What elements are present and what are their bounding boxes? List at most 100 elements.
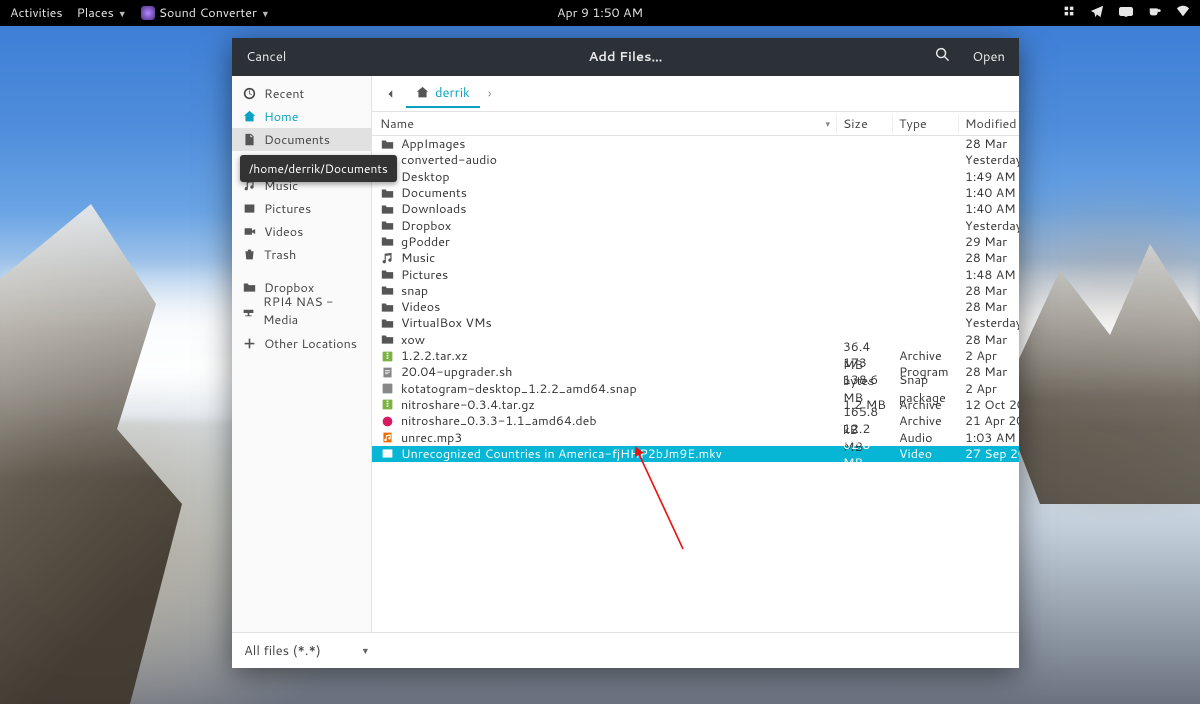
file-row[interactable]: Pictures 1:48 AM	[372, 266, 1019, 282]
document-icon	[242, 133, 256, 146]
clock[interactable]: Apr 9 1:50 AM	[557, 4, 643, 22]
open-button[interactable]: Open	[972, 48, 1005, 66]
file-modified: 28 Mar	[959, 298, 1019, 316]
sidebar-item-trash[interactable]: Trash	[232, 243, 371, 266]
file-row[interactable]: Videos28 Mar	[372, 299, 1019, 315]
file-name: Desktop	[401, 168, 450, 186]
file-row[interactable]: Downloads 1:40 AM	[372, 201, 1019, 217]
file-row[interactable]: nitroshare_0.3.3-1.1_amd64.deb165.8 kBAr…	[372, 413, 1019, 429]
sidebar-item-pictures[interactable]: Pictures	[232, 197, 371, 220]
file-name: Unrecognized Countries in America-fjHHP2…	[401, 445, 722, 463]
file-row[interactable]: Music 28 Mar	[372, 250, 1019, 266]
file-row[interactable]: nitroshare-0.3.4.tar.gz1.2 MBArchive12 O…	[372, 397, 1019, 413]
tray-icon-1[interactable]	[1062, 4, 1076, 23]
places-menu[interactable]: Places▼	[77, 4, 127, 22]
sound-converter-icon	[141, 6, 155, 20]
file-name: 20.04-upgrader.sh	[401, 363, 512, 381]
file-modified: 1:49 AM	[959, 168, 1019, 186]
file-modified: 2 Apr	[959, 380, 1019, 398]
nav-back-button[interactable]	[380, 82, 402, 106]
home-icon	[416, 86, 429, 99]
network-drive-icon	[242, 304, 255, 317]
sidebar-item-recent[interactable]: Recent	[232, 82, 371, 105]
file-name: unrec.mp3	[401, 429, 462, 447]
plus-icon	[242, 337, 256, 350]
file-row[interactable]: Documents1:40 AM	[372, 185, 1019, 201]
file-name: Downloads	[401, 200, 466, 218]
folder-icon	[380, 268, 394, 282]
archive-icon	[380, 349, 394, 363]
folder-icon	[380, 300, 394, 314]
file-row[interactable]: 1.2.2.tar.xz36.4 MBArchive2 Apr	[372, 348, 1019, 364]
search-icon[interactable]	[935, 47, 950, 67]
file-row[interactable]: kotatogram-desktop_1.2.2_amd64.snap138.6…	[372, 380, 1019, 396]
tray-icon-caffeine[interactable]	[1148, 4, 1162, 23]
file-row[interactable]: AppImages28 Mar	[372, 136, 1019, 152]
folder-icon	[380, 333, 394, 347]
file-modified: 1:03 AM	[959, 429, 1019, 447]
file-list[interactable]: AppImages28 Marconverted-audioYesterdayD…	[372, 136, 1019, 632]
file-row[interactable]: Unrecognized Countries in America-fjHHP2…	[372, 446, 1019, 462]
file-filter-dropdown[interactable]: All files (*.*)▼	[244, 642, 370, 660]
file-modified: 28 Mar	[959, 363, 1019, 381]
column-size[interactable]: Size	[837, 115, 893, 133]
activities-button[interactable]: Activities	[10, 4, 63, 22]
gnome-top-bar: Activities Places▼ Sound Converter▼ Apr …	[0, 0, 1200, 26]
breadcrumb-home[interactable]: derrik	[406, 80, 480, 108]
file-modified: 1:48 AM	[959, 266, 1019, 284]
tray-icon-discord[interactable]	[1118, 4, 1134, 22]
column-modified[interactable]: Modified	[959, 115, 1019, 133]
dialog-footer: All files (*.*)▼	[232, 632, 1019, 668]
tray-icon-network[interactable]	[1176, 4, 1190, 23]
videos-icon	[242, 225, 256, 238]
file-size: 62.8 MB	[837, 436, 893, 472]
file-row[interactable]: VirtualBox VMs Yesterday	[372, 315, 1019, 331]
file-name: converted-audio	[401, 151, 497, 169]
file-type: Archive	[893, 396, 959, 414]
script-icon	[380, 365, 394, 379]
sort-indicator-icon: ▾	[825, 117, 830, 130]
trash-icon	[242, 248, 256, 261]
sidebar-item-videos[interactable]: Videos	[232, 220, 371, 243]
file-row[interactable]: unrec.mp312.2 MBAudio1:03 AM	[372, 429, 1019, 445]
pictures-icon	[242, 202, 256, 215]
file-name: Music	[401, 249, 435, 267]
file-name: xow	[401, 331, 425, 349]
sidebar-item-documents[interactable]: Documents	[232, 128, 371, 151]
file-modified: 27 Sep 2019	[959, 445, 1019, 463]
tray-icon-telegram[interactable]	[1090, 4, 1104, 23]
file-name: nitroshare-0.3.4.tar.gz	[401, 396, 535, 414]
file-row[interactable]: DropboxYesterday	[372, 217, 1019, 233]
file-name: Pictures	[401, 266, 448, 284]
sidebar-item-home[interactable]: Home	[232, 105, 371, 128]
file-row[interactable]: xow28 Mar	[372, 332, 1019, 348]
folder-icon	[380, 235, 394, 249]
file-chooser-dialog: Cancel Add Files… Open Recent Home Docum…	[232, 38, 1019, 668]
dialog-title: Add Files…	[589, 48, 663, 66]
column-type[interactable]: Type	[893, 115, 959, 133]
chevron-right-icon: ›	[484, 85, 496, 103]
app-menu[interactable]: Sound Converter▼	[141, 4, 270, 22]
file-row[interactable]: gPodder29 Mar	[372, 234, 1019, 250]
column-headers: Name▾ Size Type Modified	[372, 112, 1019, 136]
clock-icon	[242, 87, 256, 100]
archive-icon	[380, 398, 394, 412]
chevron-down-icon: ▼	[361, 644, 370, 657]
file-modified: 1:40 AM	[959, 200, 1019, 218]
file-row[interactable]: snap28 Mar	[372, 283, 1019, 299]
column-name[interactable]: Name▾	[372, 115, 837, 133]
cancel-button[interactable]: Cancel	[246, 48, 286, 66]
file-modified: Yesterday	[959, 314, 1019, 332]
folder-icon	[380, 186, 394, 200]
file-name: Documents	[401, 184, 467, 202]
file-row[interactable]: Desktop 1:49 AM	[372, 169, 1019, 185]
file-type: Archive	[893, 347, 959, 365]
sidebar-item-other-locations[interactable]: Other Locations	[232, 332, 371, 355]
file-name: gPodder	[401, 233, 450, 251]
folder-icon	[380, 219, 394, 233]
file-name: VirtualBox VMs	[401, 314, 492, 332]
file-type: Audio	[893, 429, 959, 447]
file-modified: 28 Mar	[959, 249, 1019, 267]
sidebar-item-rpi-nas[interactable]: RPI4 NAS - Media	[232, 299, 371, 322]
file-row[interactable]: converted-audioYesterday	[372, 152, 1019, 168]
